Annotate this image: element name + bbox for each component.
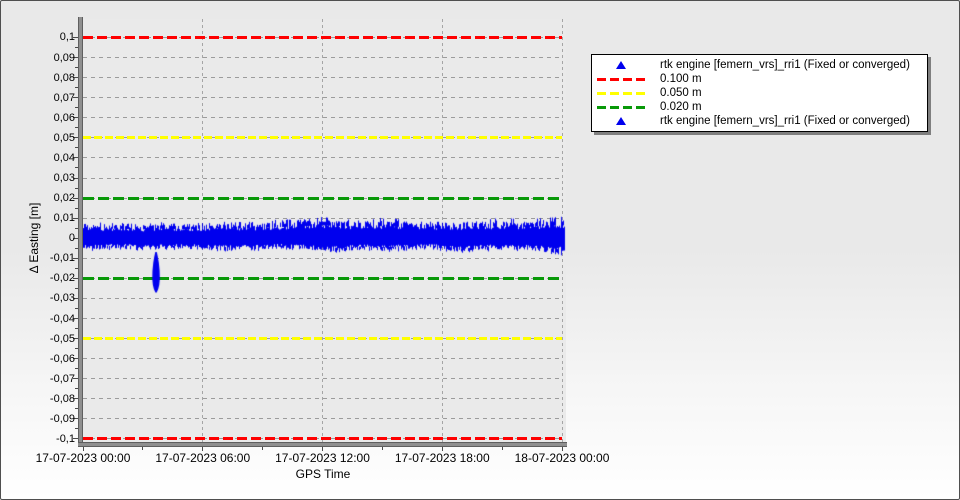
legend-item[interactable]: 0.100 m	[592, 72, 927, 86]
y-axis-minor-tick	[75, 368, 78, 370]
y-axis-minor-tick	[75, 408, 78, 410]
legend-item-label: 0.050 m	[660, 87, 702, 99]
legend-triangle-marker-icon	[592, 117, 650, 125]
y-tick-label: 0,1	[59, 31, 75, 44]
y-axis-minor-tick	[75, 147, 78, 149]
y-tick-label: 0,05	[53, 131, 75, 144]
x-tick-label: 17-07-2023 12:00	[275, 451, 370, 465]
x-axis-minor-tick	[262, 447, 264, 450]
legend: rtk engine [femern_vrs]_rri1 (Fixed or c…	[591, 54, 928, 132]
x-axis-minor-tick	[142, 447, 144, 450]
y-tick-label: -0,07	[49, 372, 75, 385]
x-axis-title: GPS Time	[295, 467, 351, 481]
y-axis-minor-tick	[75, 227, 78, 229]
y-axis-minor-tick	[75, 47, 78, 48]
legend-item[interactable]: rtk engine [femern_vrs]_rri1 (Fixed or c…	[592, 114, 927, 128]
y-tick-label: 0,06	[53, 111, 75, 124]
y-tick-label: -0,05	[49, 332, 75, 345]
y-axis-minor-tick	[75, 267, 78, 269]
legend-item[interactable]: rtk engine [femern_vrs]_rri1 (Fixed or c…	[592, 58, 927, 72]
y-axis-minor-tick	[75, 107, 78, 109]
dash-icon	[597, 77, 645, 81]
legend-item-label: rtk engine [femern_vrs]_rri1 (Fixed or c…	[660, 59, 910, 71]
dash-icon	[597, 105, 645, 109]
y-tick-label: -0,09	[49, 412, 75, 425]
y-tick-label: -0,08	[49, 392, 75, 405]
y-axis-minor-tick	[75, 67, 78, 69]
x-tick-label: 17-07-2023 06:00	[155, 451, 251, 465]
y-axis-minor-tick	[75, 187, 78, 189]
x-tick-label: 18-07-2023 00:00	[514, 451, 610, 465]
y-axis-minor-tick	[75, 307, 78, 309]
x-axis-minor-tick	[501, 447, 503, 450]
legend-item-label: 0.100 m	[660, 73, 702, 85]
data-series-canvas	[83, 19, 567, 442]
y-axis-title: Δ Easting [m]	[27, 202, 41, 274]
y-axis-minor-tick	[75, 167, 78, 169]
y-axis-minor-tick	[75, 87, 78, 89]
triangle-icon	[616, 117, 626, 125]
dash-icon	[597, 91, 645, 95]
y-axis-minor-tick	[75, 207, 78, 209]
x-axis-minor-tick	[381, 447, 383, 450]
y-axis-minor-tick	[75, 287, 78, 289]
x-tick-label: 17-07-2023 18:00	[394, 451, 490, 465]
legend-item[interactable]: 0.020 m	[592, 100, 927, 114]
y-tick-label: 0,09	[53, 51, 75, 64]
x-tick-label: 17-07-2023 00:00	[35, 451, 131, 465]
y-tick-label: -0,1	[56, 432, 75, 445]
legend-item-label: rtk engine [femern_vrs]_rri1 (Fixed or c…	[660, 115, 910, 127]
y-axis-line	[78, 17, 83, 447]
y-axis-minor-tick	[75, 328, 78, 330]
y-tick-label: -0,04	[49, 312, 75, 325]
legend-dash-line-icon	[592, 91, 650, 95]
y-axis-minor-tick	[75, 428, 78, 430]
legend-item[interactable]: 0.050 m	[592, 86, 927, 100]
y-axis-minor-tick	[75, 247, 78, 249]
y-tick-label: 0,08	[53, 71, 75, 84]
triangle-icon	[616, 61, 626, 69]
legend-dash-line-icon	[592, 77, 650, 81]
y-tick-label: 0,07	[53, 91, 75, 104]
chart-window: 0,1 0,09 0,08 0,07 0,06 0,05 0,04 0,03 0,02 0,01 0…	[0, 0, 960, 500]
legend-item-label: 0.020 m	[660, 101, 702, 113]
y-tick-label: 0,04	[53, 151, 75, 164]
legend-dash-line-icon	[592, 105, 650, 109]
y-tick-label: -0,06	[49, 352, 75, 365]
y-axis-minor-tick	[75, 127, 78, 129]
y-axis-minor-tick	[75, 348, 78, 350]
legend-triangle-marker-icon	[592, 61, 650, 69]
y-axis-minor-tick	[75, 388, 78, 390]
